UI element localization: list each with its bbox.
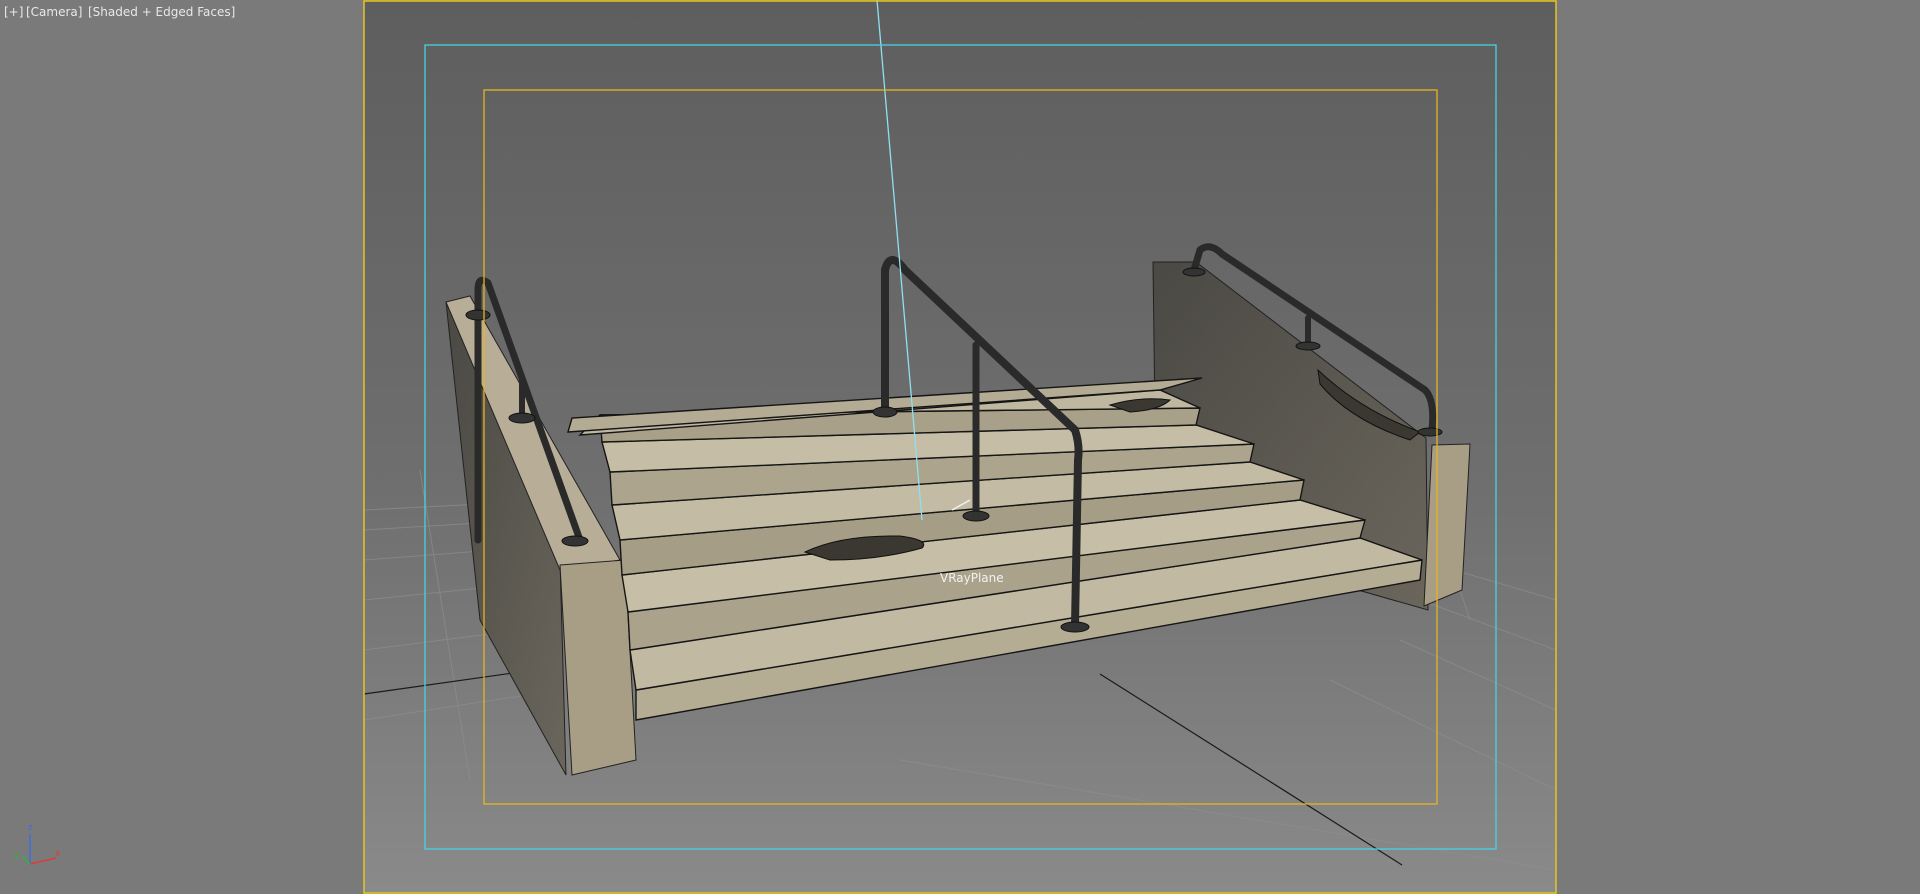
axis-z-label: z (28, 823, 33, 833)
axis-x-label: x (55, 849, 61, 859)
viewport-menu-plus[interactable]: [+] (4, 5, 23, 19)
viewport-menu-shading[interactable]: [Shaded + Edged Faces] (88, 5, 235, 19)
viewport-menu-camera[interactable]: [Camera] (26, 5, 82, 19)
vray-plane-label: VRayPlane (940, 571, 1004, 585)
scene-canvas[interactable] (0, 0, 1920, 894)
axis-gizmo (21, 834, 57, 865)
camera-viewport[interactable]: [+] [Camera] [Shaded + Edged Faces] VRay… (0, 0, 1920, 894)
axis-y-label: y (14, 850, 20, 860)
